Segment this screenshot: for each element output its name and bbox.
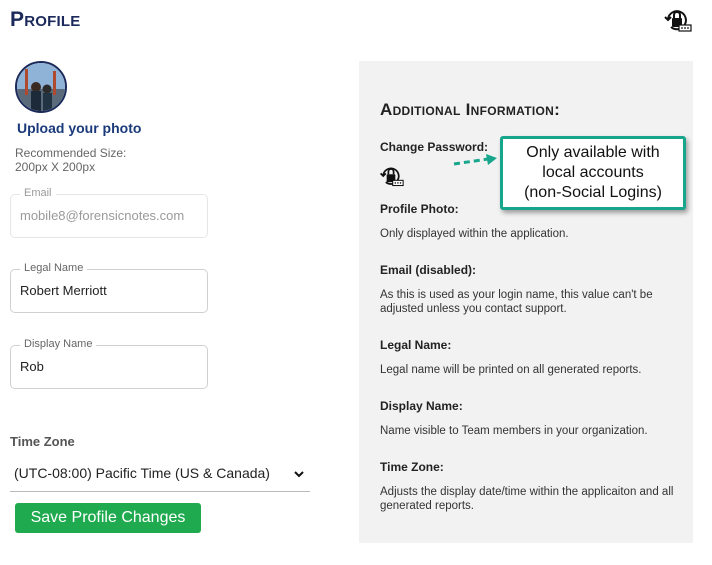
legal-name-heading: Legal Name: (380, 338, 452, 352)
timezone-label: Time Zone (10, 434, 75, 449)
recommended-size-text: Recommended Size: 200px X 200px (15, 146, 126, 174)
save-profile-button[interactable]: Save Profile Changes (15, 503, 201, 533)
arrow-icon (453, 154, 497, 166)
recommended-size-value: 200px X 200px (15, 160, 96, 174)
additional-info-title: Additional Information: (380, 100, 561, 119)
change-password-icon[interactable] (378, 163, 404, 189)
timezone-value: (UTC-08:00) Pacific Time (US & Canada) (14, 465, 270, 481)
profile-photo-text: Only displayed within the application. (380, 228, 569, 240)
callout-note: Only available with local accounts (non-… (500, 136, 686, 210)
profile-photo-heading: Profile Photo: (380, 202, 459, 216)
legal-name-text: Legal name will be printed on all genera… (380, 364, 642, 376)
avatar[interactable] (15, 61, 67, 113)
lock-reset-icon[interactable] (662, 5, 692, 35)
chevron-down-icon (294, 471, 304, 478)
display-name-text: Name visible to Team members in your org… (380, 425, 648, 437)
page-title: Profile (10, 8, 81, 31)
recommended-size-label: Recommended Size: (15, 146, 127, 160)
display-name-heading: Display Name: (380, 399, 463, 413)
email-disabled-text: As this is used as your login name, this… (380, 289, 653, 315)
timezone-heading: Time Zone: (380, 460, 444, 474)
timezone-text: Adjusts the display date/time within the… (380, 486, 674, 512)
legal-name-input[interactable] (20, 270, 201, 312)
display-name-input[interactable] (20, 346, 201, 388)
email-disabled-heading: Email (disabled): (380, 263, 477, 277)
display-name-field[interactable]: Display Name (10, 338, 208, 389)
upload-photo-link[interactable]: Upload your photo (17, 120, 141, 136)
email-input (20, 195, 201, 237)
timezone-select[interactable]: (UTC-08:00) Pacific Time (US & Canada) (10, 455, 310, 492)
email-field: Email (10, 187, 208, 238)
legal-name-field[interactable]: Legal Name (10, 262, 208, 313)
